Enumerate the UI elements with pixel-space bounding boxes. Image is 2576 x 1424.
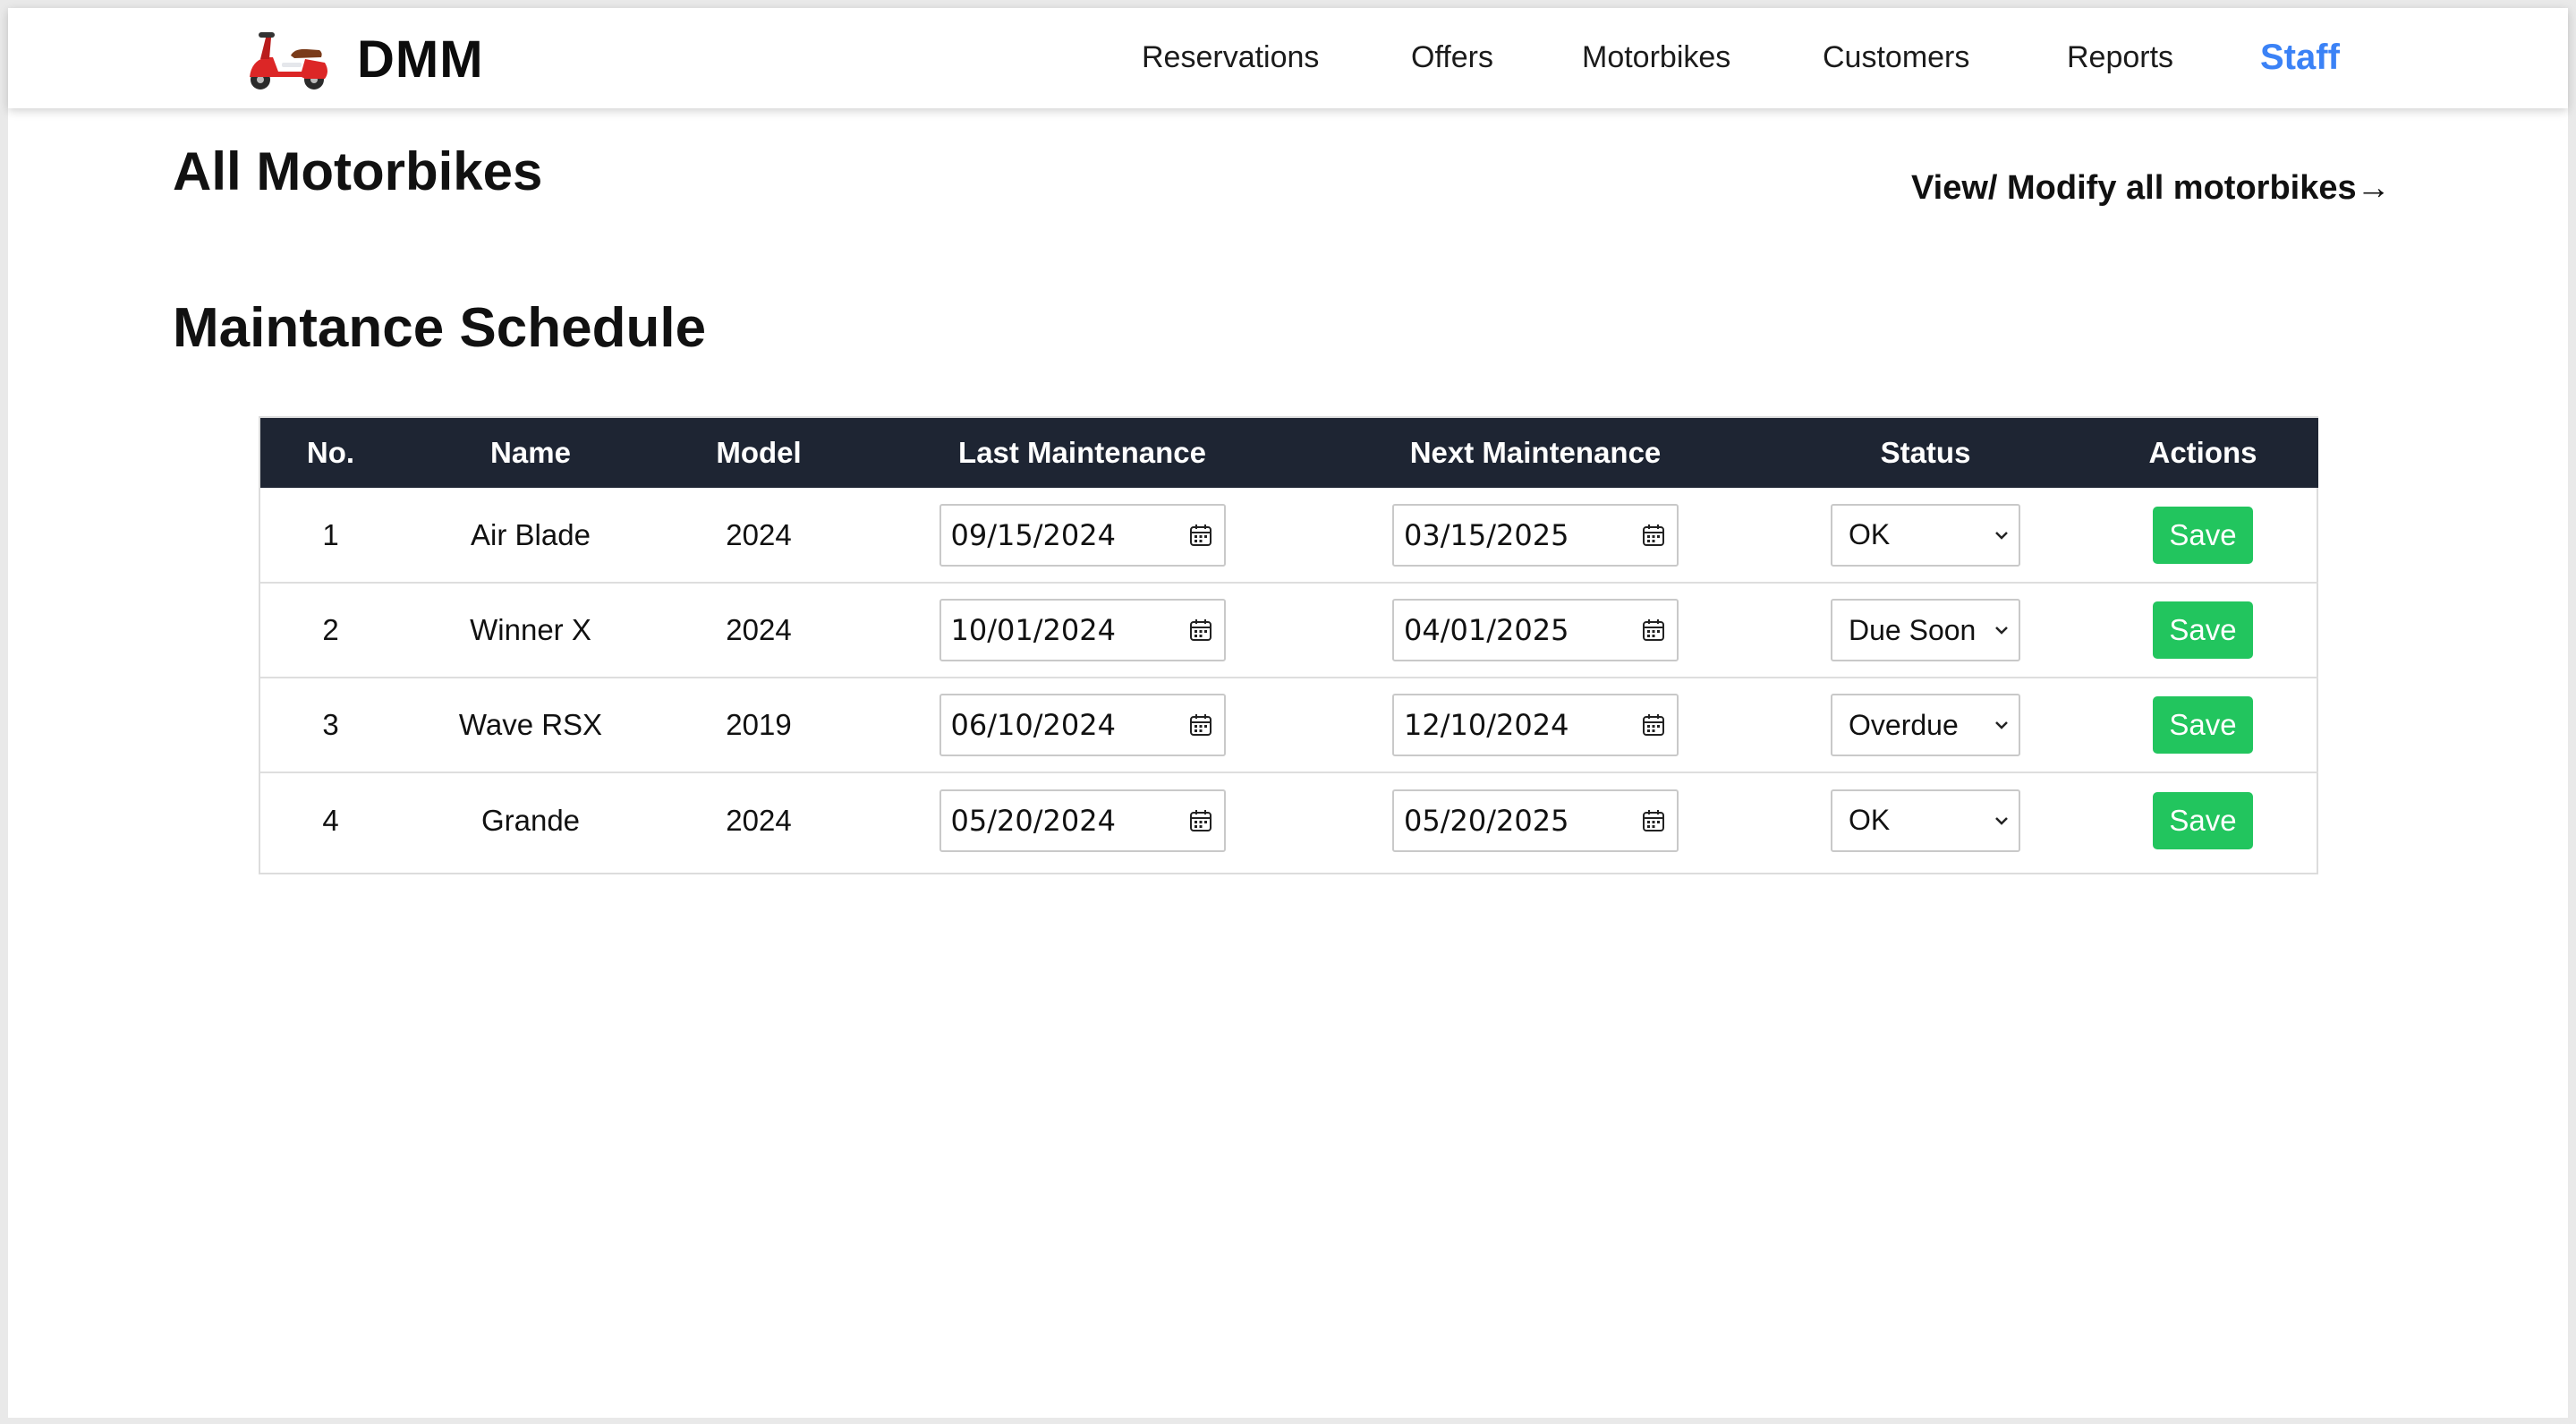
nav-reservations[interactable]: Reservations [1142, 40, 1319, 75]
last-maintenance-date-input[interactable]: 09/15/2024 [939, 503, 1226, 567]
date-value: 04/01/2025 [1404, 613, 1569, 647]
cell-name: Wave RSX [458, 708, 603, 741]
table-row: 1 Air Blade 2024 09/15/2024 03/15/2025 O… [260, 488, 2318, 583]
top-navbar: DMM Reservations Offers Motorbikes Custo… [8, 8, 2568, 108]
cell-no: 4 [322, 803, 339, 837]
table-header-row: No. Name Model Last Maintenance Next Mai… [260, 418, 2318, 488]
cell-name: Grande [480, 803, 581, 837]
nav-reports[interactable]: Reports [2067, 40, 2173, 75]
nav-motorbikes[interactable]: Motorbikes [1582, 40, 1730, 75]
chevron-down-icon [1995, 721, 2008, 729]
date-value: 03/15/2025 [1404, 517, 1569, 552]
cell-no: 3 [322, 708, 339, 741]
calendar-icon[interactable] [1188, 808, 1213, 833]
status-select[interactable]: OK [1831, 503, 2020, 567]
calendar-icon[interactable] [1188, 618, 1213, 643]
col-header-last-maintenance: Last Maintenance [958, 436, 1206, 469]
date-value: 10/01/2024 [950, 613, 1116, 647]
nav-customers[interactable]: Customers [1823, 40, 1969, 75]
date-value: 05/20/2024 [950, 803, 1116, 838]
main-nav: Reservations Offers Motorbikes Customers… [8, 8, 2568, 108]
calendar-icon[interactable] [1641, 712, 1666, 738]
date-value: 05/20/2025 [1404, 803, 1569, 838]
chevron-down-icon [1995, 816, 2008, 825]
last-maintenance-date-input[interactable]: 05/20/2024 [939, 789, 1226, 852]
view-modify-motorbikes-link[interactable]: View/ Modify all motorbikes→ [1911, 169, 2391, 208]
nav-staff[interactable]: Staff [2260, 38, 2340, 78]
cell-name: Air Blade [471, 517, 591, 551]
status-select[interactable]: Due Soon [1831, 599, 2020, 661]
cell-model: 2024 [726, 517, 792, 551]
status-value: Due Soon [1849, 613, 1977, 646]
save-button[interactable]: Save [2153, 601, 2253, 659]
cell-model: 2024 [726, 613, 792, 646]
page-title: All Motorbikes [173, 141, 543, 201]
cell-no: 1 [322, 517, 339, 551]
date-value: 09/15/2024 [950, 517, 1116, 552]
next-maintenance-date-input[interactable]: 03/15/2025 [1392, 503, 1679, 567]
col-header-status: Status [1880, 436, 1971, 469]
calendar-icon[interactable] [1188, 523, 1213, 548]
col-header-actions: Actions [2148, 436, 2257, 469]
col-header-name: Name [490, 436, 571, 469]
calendar-icon[interactable] [1188, 712, 1213, 738]
status-value: OK [1849, 518, 1891, 550]
calendar-icon[interactable] [1641, 523, 1666, 548]
last-maintenance-date-input[interactable]: 10/01/2024 [939, 599, 1226, 661]
table-row: 2 Winner X 2024 10/01/2024 04/01/2025 Du… [260, 583, 2318, 678]
col-header-next-maintenance: Next Maintenance [1409, 436, 1662, 469]
table-row: 4 Grande 2024 05/20/2024 05/20/2025 OK S… [260, 772, 2318, 867]
cell-model: 2019 [726, 708, 792, 741]
last-maintenance-date-input[interactable]: 06/10/2024 [939, 694, 1226, 756]
status-select[interactable]: Overdue [1831, 694, 2020, 756]
status-select[interactable]: OK [1831, 789, 2020, 852]
nav-offers[interactable]: Offers [1411, 40, 1493, 75]
chevron-down-icon [1995, 531, 2008, 540]
status-value: OK [1849, 804, 1891, 836]
date-value: 12/10/2024 [1404, 708, 1569, 742]
calendar-icon[interactable] [1641, 618, 1666, 643]
table-row: 3 Wave RSX 2019 06/10/2024 12/10/2024 Ov… [260, 678, 2318, 772]
col-header-model: Model [716, 436, 802, 469]
section-title: Maintance Schedule [173, 297, 707, 359]
next-maintenance-date-input[interactable]: 12/10/2024 [1392, 694, 1679, 756]
cell-no: 2 [322, 613, 339, 646]
next-maintenance-date-input[interactable]: 05/20/2025 [1392, 789, 1679, 852]
save-button[interactable]: Save [2153, 791, 2253, 849]
maintenance-table: No. Name Model Last Maintenance Next Mai… [259, 416, 2318, 874]
save-button[interactable]: Save [2153, 696, 2253, 754]
next-maintenance-date-input[interactable]: 04/01/2025 [1392, 599, 1679, 661]
col-header-no: No. [306, 436, 355, 469]
cell-name: Winner X [470, 613, 591, 646]
save-button[interactable]: Save [2153, 506, 2253, 564]
calendar-icon[interactable] [1641, 808, 1666, 833]
status-value: Overdue [1849, 708, 1959, 741]
page: DMM Reservations Offers Motorbikes Custo… [8, 8, 2568, 1418]
chevron-down-icon [1995, 627, 2008, 635]
cell-model: 2024 [726, 803, 792, 837]
date-value: 06/10/2024 [950, 708, 1116, 742]
